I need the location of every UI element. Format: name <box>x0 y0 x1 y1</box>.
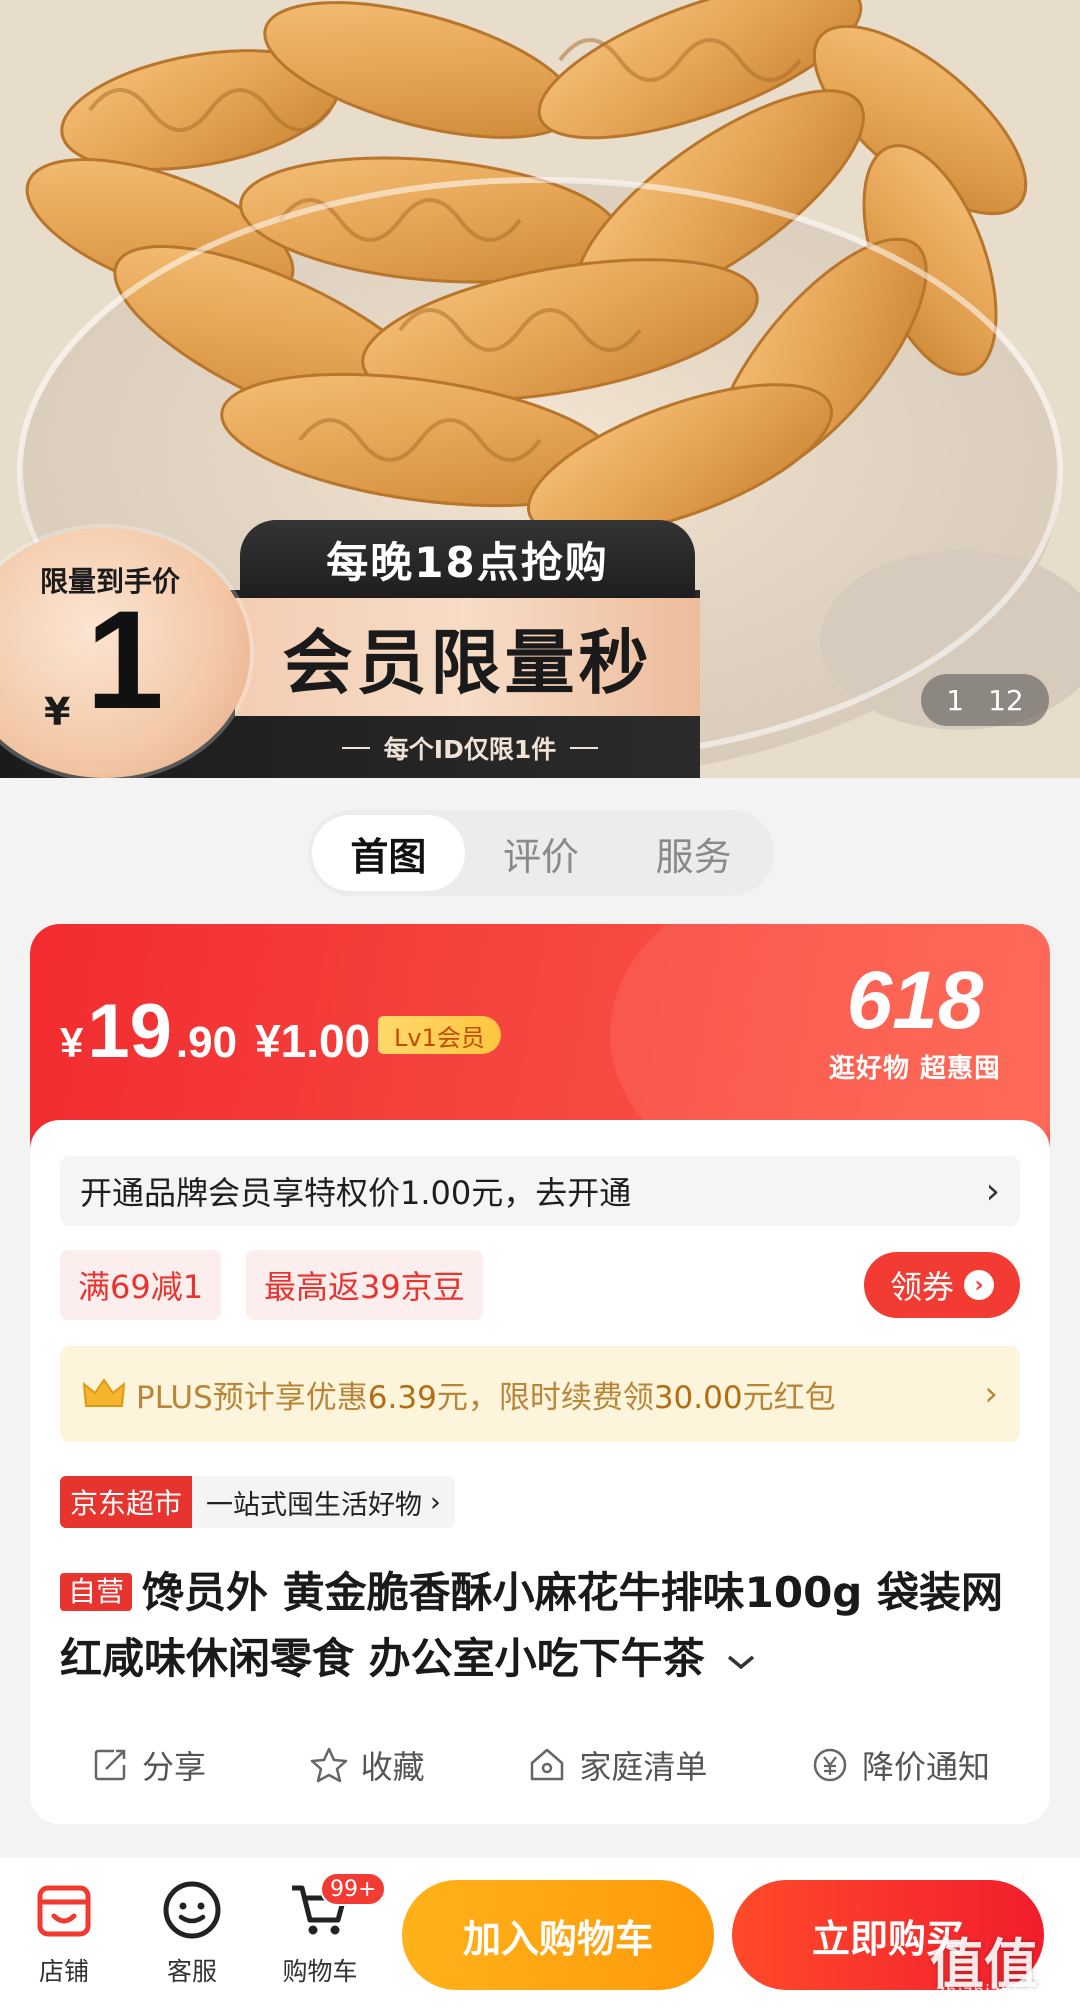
chevron-right-icon: › <box>984 1374 998 1414</box>
favorite-button[interactable]: 收藏 <box>279 1742 455 1788</box>
chevron-down-icon[interactable] <box>725 1651 757 1673</box>
price-drop-icon <box>813 1748 847 1782</box>
add-to-cart-button[interactable]: 加入购物车 <box>402 1880 714 1990</box>
bottom-action-bar: 店铺 客服 99+ 购物车 加入购物车 立即购买 <box>0 1858 1080 2011</box>
tab-reviews[interactable]: 评价 <box>465 815 618 891</box>
family-list-button[interactable]: 家庭清单 <box>497 1742 737 1788</box>
plus-offer-row[interactable]: PLUS预计享优惠6.39元，限时续费领30.00元红包 › <box>60 1346 1020 1442</box>
product-actions: 分享 收藏 家庭清单 降价通知 <box>60 1730 1050 1800</box>
promo-limit-note: 每个ID仅限1件 <box>300 728 640 768</box>
customer-service-nav[interactable]: 客服 <box>142 1878 242 1988</box>
price-row: ¥ 19 .90 ¥1.00 <box>60 988 380 1075</box>
member-level-badge: Lv1会员 <box>378 1016 501 1054</box>
get-coupon-button[interactable]: 领券 › <box>864 1252 1020 1318</box>
price-alert-button[interactable]: 降价通知 <box>780 1742 1020 1788</box>
product-image-carousel[interactable]: 每晚18点抢购 会员限量秒 每个ID仅限1件 限量到手价 ¥ 1 1 12 <box>0 0 1080 778</box>
price-currency: ¥ <box>60 1019 84 1066</box>
brand-member-offer[interactable]: 开通品牌会员享特权价1.00元，去开通 › <box>60 1156 1020 1226</box>
home-list-icon <box>531 1748 564 1781</box>
self-operated-tag: 自营 <box>60 1573 133 1611</box>
pager-total: 12 <box>988 683 1024 717</box>
price-integer: 19 <box>87 989 172 1074</box>
tab-main-image[interactable]: 首图 <box>312 815 465 891</box>
content-tabs: 首图 评价 服务 <box>308 810 774 896</box>
product-info-card: ¥ 19 .90 ¥1.00 Lv1会员 618 逛好物 超惠囤 开通品牌会员享… <box>30 924 1050 1824</box>
promo-time-label: 每晚18点抢购 <box>240 520 695 598</box>
market-tag: 京东超市 <box>60 1476 193 1528</box>
pager-current: 1 <box>946 683 965 717</box>
shop-nav[interactable]: 店铺 <box>14 1878 114 1988</box>
site-watermark-url: zhizhizhi.com <box>936 1982 1064 2002</box>
cart-nav[interactable]: 99+ 购物车 <box>270 1872 387 1988</box>
member-offer-text: 开通品牌会员享特权价1.00元，去开通 <box>80 1174 632 1212</box>
tab-service[interactable]: 服务 <box>617 815 770 891</box>
event-number: 618 <box>846 955 984 1046</box>
star-icon <box>310 1747 347 1783</box>
coupon-jingdou[interactable]: 最高返39京豆 <box>246 1250 483 1320</box>
event-618-badge: 618 逛好物 超惠囤 <box>810 960 1020 1085</box>
limited-price-currency: ¥ <box>44 690 71 734</box>
member-price: ¥1.00 <box>255 1015 371 1067</box>
image-pager: 1 12 <box>921 674 1049 726</box>
chevron-right-icon: › <box>964 1270 994 1300</box>
limited-price-value: 1 <box>86 581 164 738</box>
get-coupon-label: 领券 <box>889 1268 954 1306</box>
chevron-right-icon: › <box>985 1170 1000 1212</box>
chevron-right-icon: › <box>430 1486 441 1518</box>
jd-supermarket-entry[interactable]: 京东超市 一站式囤生活好物 › <box>60 1476 455 1528</box>
coupon-full-reduction[interactable]: 满69减1 <box>60 1250 222 1320</box>
product-title-text: 馋员外 黄金脆香酥小麻花牛排味100g 袋装网红咸味休闲零食 办公室小吃下午茶 <box>60 1568 1003 1683</box>
crown-icon <box>82 1378 126 1407</box>
event-tagline: 逛好物 超惠囤 <box>828 1054 1002 1084</box>
cart-count-badge: 99+ <box>320 1872 387 1906</box>
share-icon <box>94 1749 126 1781</box>
price-decimal: .90 <box>175 1018 238 1067</box>
product-title[interactable]: 自营 馋员外 黄金脆香酥小麻花牛排味100g 袋装网红咸味休闲零食 办公室小吃下午… <box>60 1560 1020 1692</box>
share-button[interactable]: 分享 <box>60 1742 236 1788</box>
shop-icon <box>37 1885 91 1937</box>
product-details: 开通品牌会员享特权价1.00元，去开通 › 满69减1 最高返39京豆 领券 ›… <box>30 1120 1050 1824</box>
promo-main-title: 会员限量秒 <box>235 598 700 716</box>
market-desc: 一站式囤生活好物 › <box>192 1476 455 1528</box>
service-face-icon <box>163 1881 221 1939</box>
